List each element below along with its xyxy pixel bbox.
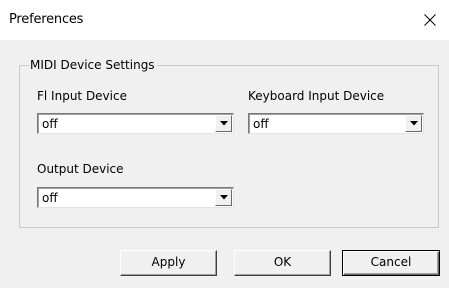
output-device-select[interactable]: off xyxy=(37,187,234,208)
groupbox-title: MIDI Device Settings xyxy=(29,58,157,72)
preferences-dialog: Preferences MIDI Device Settings Fl Inpu… xyxy=(0,0,449,288)
close-button[interactable] xyxy=(409,0,449,40)
keyboard-input-device-select[interactable]: off xyxy=(248,113,424,134)
keyboard-input-device-value: off xyxy=(253,117,269,131)
keyboard-input-device-label: Keyboard Input Device xyxy=(248,89,385,103)
fl-input-device-value: off xyxy=(42,117,58,131)
apply-button[interactable]: Apply xyxy=(120,250,217,276)
output-device-value: off xyxy=(42,191,58,205)
fl-input-device-select[interactable]: off xyxy=(37,113,234,134)
output-device-label: Output Device xyxy=(37,162,124,176)
keyboard-input-device-dropdown-button[interactable] xyxy=(405,115,422,132)
close-icon xyxy=(424,14,436,26)
fl-input-device-dropdown-button[interactable] xyxy=(215,115,232,132)
chevron-down-icon xyxy=(220,121,228,126)
window-title: Preferences xyxy=(9,12,84,27)
output-device-dropdown-button[interactable] xyxy=(215,189,232,206)
fl-input-device-label: Fl Input Device xyxy=(37,89,127,103)
chevron-down-icon xyxy=(220,195,228,200)
cancel-button[interactable]: Cancel xyxy=(342,250,440,276)
ok-button[interactable]: OK xyxy=(234,250,331,276)
title-bar: Preferences xyxy=(0,0,449,40)
chevron-down-icon xyxy=(410,121,418,126)
